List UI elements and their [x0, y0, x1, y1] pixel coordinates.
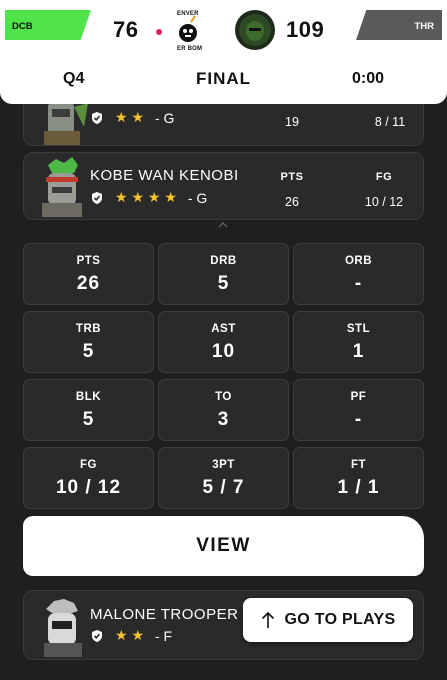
player-position: - G [187, 189, 208, 206]
stat-label: STL [346, 323, 371, 335]
prev-fg-value: 8 / 11 [374, 115, 406, 129]
stat-value: 10 / 12 [55, 477, 122, 498]
fg-label: FG [375, 171, 393, 183]
player-name: MALONE TROOPER [90, 606, 239, 623]
player-stars: ★ ★ ★ ★ [115, 189, 177, 205]
stat-label: ORB [344, 255, 373, 267]
pts-col: PTS 26 [262, 171, 322, 209]
prev-pts-col: 19 [262, 115, 322, 129]
stat-value: 3 [217, 409, 230, 430]
game-clock: 0:00 [352, 70, 385, 87]
stat-value: - [354, 273, 363, 294]
fg-value: 10 / 12 [364, 195, 404, 209]
stat-value: 26 [76, 273, 101, 294]
home-logo-text-bottom: ER BOM [177, 46, 203, 52]
player-meta: ★ ★ ★ ★ - G [90, 189, 207, 206]
go-to-plays-button[interactable]: GO TO PLAYS [243, 598, 413, 642]
arrow-up-icon [261, 611, 274, 628]
stat-label: FT [350, 459, 367, 471]
stats-grid: PTS 26 DRB 5 ORB - TRB 5 AST 10 STL 1 BLK 5 TO 3… [23, 243, 424, 509]
stat-cell: PF - [293, 379, 424, 441]
stat-cell: 3PT 5 / 7 [158, 447, 289, 509]
player-position: - G [155, 109, 175, 126]
player-avatar [44, 599, 82, 657]
stat-cell: TO 3 [158, 379, 289, 441]
stat-value: - [354, 409, 363, 430]
home-team-tag: DCB [5, 10, 91, 40]
stat-cell: BLK 5 [23, 379, 154, 441]
stat-cell: FG 10 / 12 [23, 447, 154, 509]
go-to-plays-label: GO TO PLAYS [284, 611, 396, 628]
stat-label: 3PT [212, 459, 235, 471]
home-score: 76 [113, 17, 139, 42]
stat-cell: STL 1 [293, 311, 424, 373]
game-scoreboard-header: DCB THR 76 ENVER ER BOM 109 Q4 FINAL 0:0… [0, 0, 447, 104]
stat-value: 1 / 1 [337, 477, 380, 498]
stat-label: BLK [75, 391, 102, 403]
stat-label: PF [350, 391, 367, 403]
stat-cell: TRB 5 [23, 311, 154, 373]
stat-label: AST [211, 323, 236, 335]
stat-label: DRB [210, 255, 237, 267]
stat-value: 5 [217, 273, 230, 294]
chevron-up-icon[interactable] [218, 222, 228, 228]
shield-check-icon [92, 629, 102, 642]
away-team-tag: THR [356, 10, 442, 40]
stat-value: 10 [211, 341, 236, 362]
stat-cell: DRB 5 [158, 243, 289, 305]
pts-label: PTS [280, 171, 304, 183]
view-button[interactable]: VIEW [23, 516, 424, 576]
stat-value: 1 [352, 341, 365, 362]
player-stars: ★ ★ [115, 109, 144, 125]
player-avatar [42, 157, 82, 217]
stat-label: TRB [75, 323, 102, 335]
stat-label: FG [80, 459, 97, 471]
fg-col: FG 10 / 12 [354, 171, 414, 209]
stat-label: TO [215, 391, 232, 403]
player-stars: ★ ★ [115, 627, 144, 643]
player-meta: ★ ★ - G [90, 109, 174, 126]
stat-cell: ORB - [293, 243, 424, 305]
shield-check-icon [92, 111, 102, 124]
stat-cell: AST 10 [158, 311, 289, 373]
stat-value: 5 [82, 341, 95, 362]
prev-pts-value: 19 [285, 115, 299, 129]
stat-cell: PTS 26 [23, 243, 154, 305]
prev-fg-col: 8 / 11 [360, 115, 420, 129]
home-logo-text-top: ENVER [177, 11, 199, 17]
away-team-logo[interactable] [234, 9, 276, 51]
away-score: 109 [286, 17, 325, 42]
pts-value: 26 [285, 195, 299, 209]
player-position: - F [155, 627, 173, 644]
player-card-kobe-wan-kenobi[interactable]: KOBE WAN KENOBI ★ ★ ★ ★ - G PTS 26 FG 10… [23, 152, 424, 220]
shield-check-icon [92, 191, 102, 204]
stat-label: PTS [76, 255, 101, 267]
stat-value: 5 / 7 [202, 477, 245, 498]
possession-indicator [156, 29, 162, 35]
player-meta: ★ ★ - F [90, 627, 172, 644]
stat-value: 5 [82, 409, 95, 430]
player-name: KOBE WAN KENOBI [90, 167, 239, 184]
stat-cell: FT 1 / 1 [293, 447, 424, 509]
